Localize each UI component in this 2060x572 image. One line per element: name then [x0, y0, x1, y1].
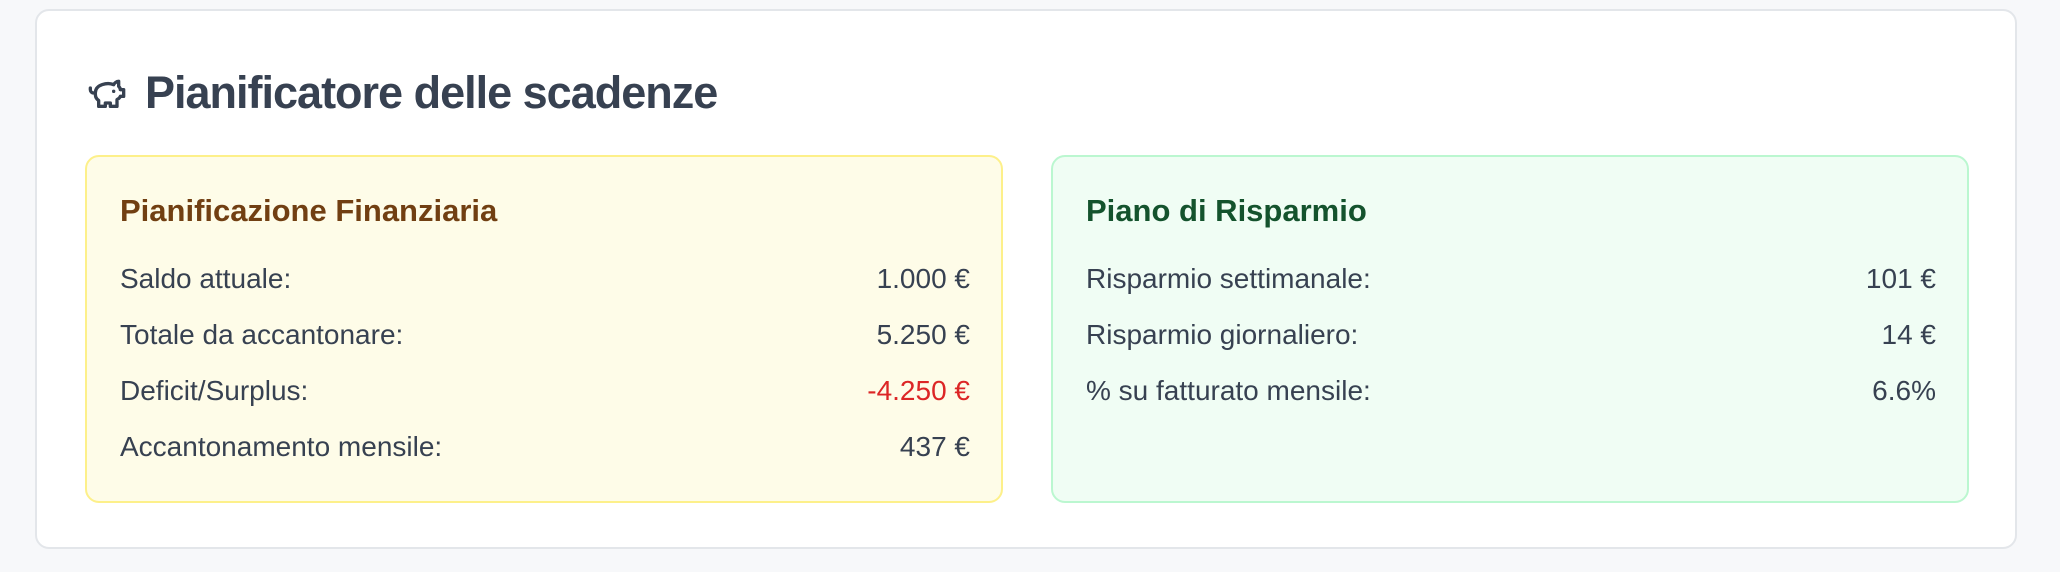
row-label: Risparmio giornaliero: — [1086, 319, 1359, 350]
row-value: 1.000 € — [876, 263, 970, 294]
monthly-set-aside-row: Accantonamento mensile: 437 € — [120, 419, 970, 475]
row-label: Risparmio settimanale: — [1086, 263, 1371, 294]
row-value: 437 € — [899, 431, 970, 462]
monthly-revenue-percent-row: % su fatturato mensile: 6.6% — [1086, 363, 1936, 419]
current-balance-row: Saldo attuale: 1.000 € — [120, 251, 970, 307]
row-label: Saldo attuale: — [120, 263, 292, 294]
deficit-surplus-row: Deficit/Surplus: -4.250 € — [120, 363, 970, 419]
deficit-value: -4.250 € — [867, 375, 970, 406]
savings-rows: Risparmio settimanale: 101 € Risparmio g… — [1086, 251, 1936, 419]
card-header: Pianificatore delle scadenze — [87, 57, 718, 129]
daily-savings-row: Risparmio giornaliero: 14 € — [1086, 307, 1936, 363]
total-to-set-aside-row: Totale da accantonare: 5.250 € — [120, 307, 970, 363]
row-value: 5.250 € — [876, 319, 970, 350]
financial-planning-panel: Pianificazione Finanziaria Saldo attuale… — [85, 155, 1003, 503]
deadline-planner-card: Pianificatore delle scadenze Pianificazi… — [35, 9, 2017, 549]
row-value: 6.6% — [1872, 375, 1936, 406]
page-title: Pianificatore delle scadenze — [145, 67, 718, 118]
row-label: Totale da accantonare: — [120, 319, 404, 350]
row-label: % su fatturato mensile: — [1086, 375, 1371, 406]
savings-plan-panel: Piano di Risparmio Risparmio settimanale… — [1051, 155, 1969, 503]
row-value: 101 € — [1865, 263, 1936, 294]
row-value: 14 € — [1881, 319, 1937, 350]
weekly-savings-row: Risparmio settimanale: 101 € — [1086, 251, 1936, 307]
piggy-bank-icon — [87, 73, 127, 113]
savings-plan-title: Piano di Risparmio — [1086, 193, 1367, 228]
financial-planning-title: Pianificazione Finanziaria — [120, 193, 498, 228]
financial-rows: Saldo attuale: 1.000 € Totale da accanto… — [120, 251, 970, 475]
row-label: Accantonamento mensile: — [120, 431, 443, 462]
row-label: Deficit/Surplus: — [120, 375, 309, 406]
